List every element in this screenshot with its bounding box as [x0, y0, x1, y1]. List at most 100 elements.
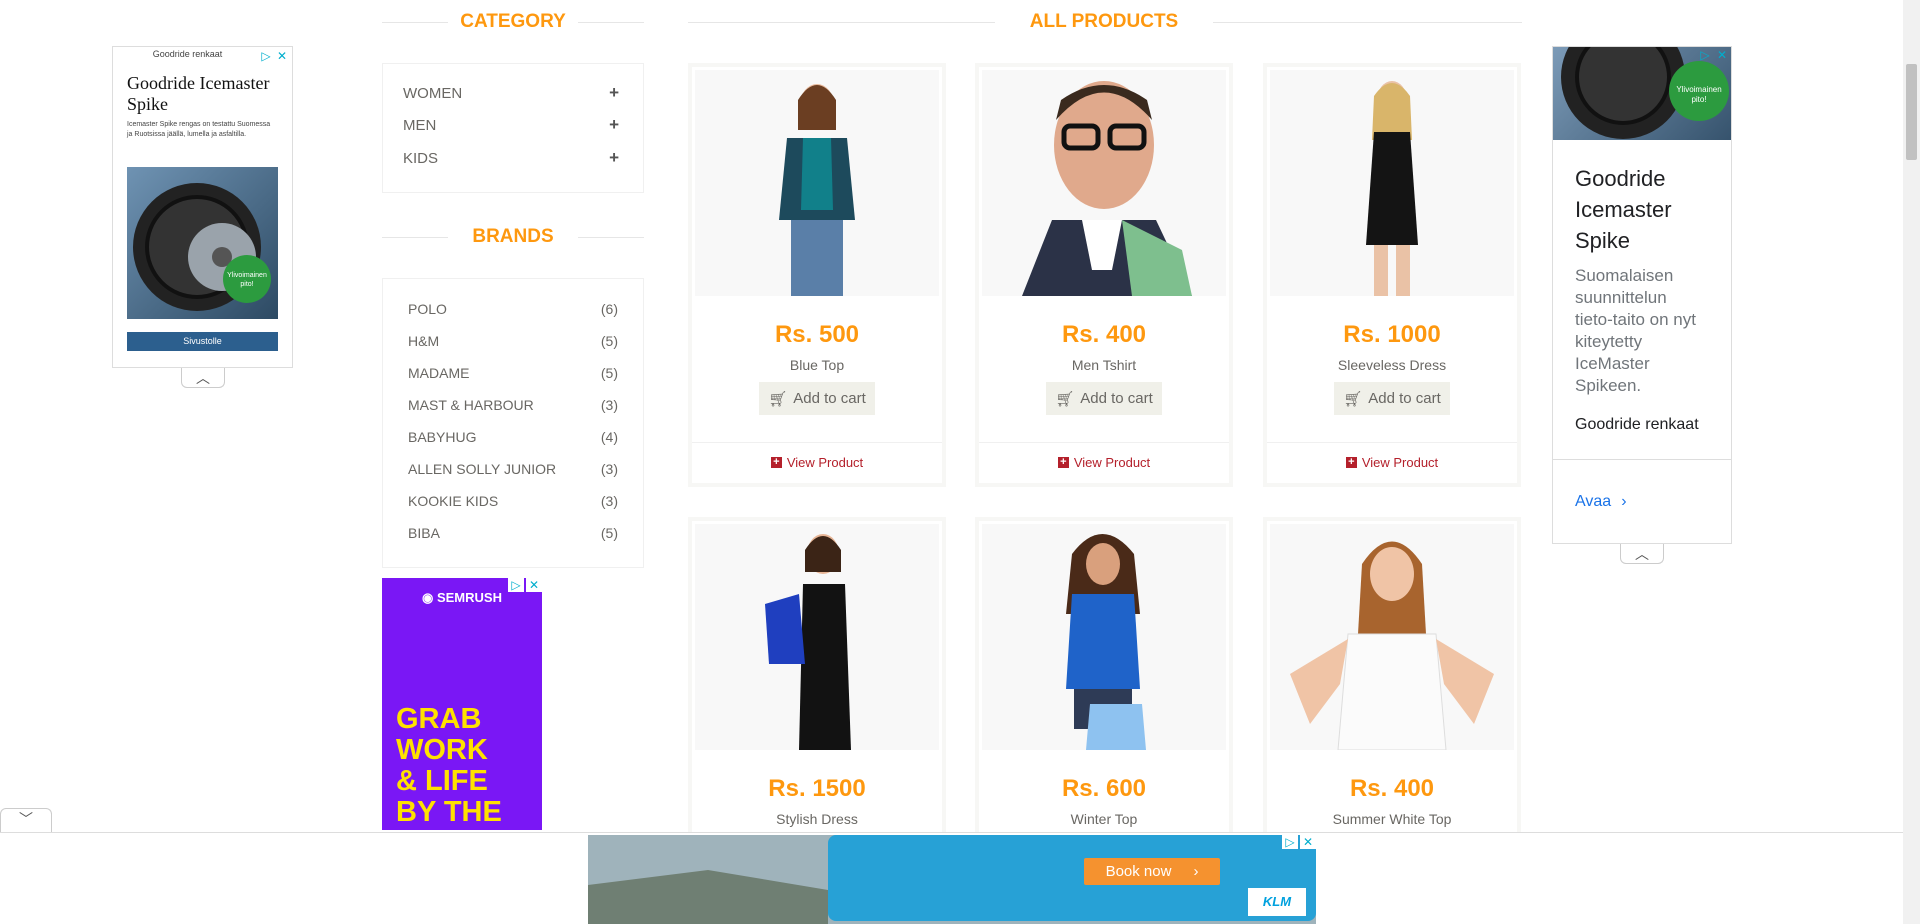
product-image-men-tshirt[interactable] [982, 70, 1226, 296]
adchoices-icon[interactable]: ▷ [508, 578, 524, 592]
category-label: MEN [403, 116, 437, 134]
category-item-kids[interactable]: KIDS + [403, 145, 619, 171]
brand-count: (4) [600, 429, 618, 445]
brand-item-allen-solly-junior[interactable]: ALLEN SOLLY JUNIOR (3) [408, 456, 618, 482]
plus-icon[interactable]: + [609, 83, 619, 103]
book-now-button[interactable]: Book now › [1084, 858, 1220, 885]
brand-item-kookie-kids[interactable]: KOOKIE KIDS (3) [408, 488, 618, 514]
ad-sponsor: Goodride renkaat [1575, 416, 1699, 433]
plus-icon[interactable]: + [609, 115, 619, 135]
ad-cta-button[interactable]: Sivustolle [127, 332, 278, 351]
plus-icon[interactable]: + [609, 148, 619, 168]
brand-name: H&M [408, 333, 440, 349]
page: Goodride renkaat ▷ ✕ Goodride Icemaster … [0, 0, 1920, 924]
product-card: Rs. 400 Summer White Top [1263, 517, 1521, 832]
vertical-scrollbar[interactable] [1903, 0, 1920, 924]
product-card: Rs. 1000 Sleeveless Dress 🛒︎ Add to cart … [1263, 63, 1521, 487]
add-to-cart-button[interactable]: 🛒︎ Add to cart [1046, 382, 1162, 415]
close-icon[interactable]: ✕ [274, 49, 290, 63]
brand-count: (5) [600, 333, 618, 349]
brand-item-mast-harbour[interactable]: MAST & HARBOUR (3) [408, 392, 618, 418]
ad-right-goodride[interactable]: Ylivoimainen pito! ▷ ✕ Goodride Icemaste… [1552, 46, 1732, 544]
product-price: Rs. 1000 [1343, 321, 1441, 348]
brand-item-polo[interactable]: POLO (6) [408, 296, 618, 322]
ad-open-link[interactable]: Avaa › [1575, 493, 1627, 511]
ad-title: Goodride Icemaster Spike [127, 73, 270, 114]
klm-logo: KLM [1248, 888, 1306, 916]
chevron-down-icon: ﹀ [19, 811, 33, 827]
category-panel: WOMEN + MEN + KIDS + [382, 63, 644, 193]
adchoices-icon[interactable]: ▷ [1697, 48, 1713, 62]
heading-line [382, 22, 448, 23]
product-price: Rs. 500 [774, 321, 860, 348]
brand-count: (6) [600, 301, 618, 317]
brand-item-madame[interactable]: MADAME (5) [408, 360, 618, 386]
product-image-stylish-dress[interactable] [695, 524, 939, 750]
product-name: Winter Top [1070, 811, 1138, 827]
ad-body: Icemaster Spike rengas on testattu Suome… [127, 121, 271, 138]
collapse-ad-button[interactable]: ︿ [1620, 544, 1664, 564]
ad-badge: Ylivoimainen pito! [1676, 85, 1722, 104]
collapse-ad-button[interactable]: ︿ [181, 368, 225, 388]
close-icon[interactable]: ✕ [1714, 48, 1730, 62]
product-card: Rs. 600 Winter Top [975, 517, 1233, 832]
product-price: Rs. 1500 [768, 775, 866, 802]
brand-count: (5) [600, 365, 618, 381]
product-name: Blue Top [789, 357, 845, 373]
semrush-flame-icon: ◉ [422, 590, 434, 605]
brand-count: (3) [600, 461, 618, 477]
brands-panel: POLO (6) H&M (5) MADAME (5) MAST & HARBOUR (… [382, 278, 644, 568]
brand-name: MADAME [408, 365, 470, 381]
ad-divider [1553, 459, 1731, 460]
product-image-sleeveless-dress[interactable] [1270, 70, 1514, 296]
ad-semrush[interactable]: ◉ SEMRUSH ▷ ✕ GRAB WORK & LIFE BY THE [382, 578, 542, 830]
product-name: Men Tshirt [1071, 357, 1137, 373]
category-label: WOMEN [403, 84, 463, 102]
plus-square-icon: + [1057, 457, 1069, 468]
shopping-cart-icon: 🛒︎ [1055, 390, 1075, 408]
brand-name: ALLEN SOLLY JUNIOR [408, 461, 557, 477]
plus-square-icon: + [1345, 457, 1357, 468]
chevron-right-icon: › [1193, 863, 1199, 880]
product-price: Rs. 400 [1349, 775, 1435, 802]
product-image-winter-top[interactable] [982, 524, 1226, 750]
chevron-up-icon: ︿ [196, 370, 210, 386]
category-item-men[interactable]: MEN + [403, 112, 619, 138]
ad-left-goodride[interactable]: Goodride renkaat ▷ ✕ Goodride Icemaster … [112, 46, 293, 368]
product-price: Rs. 400 [1061, 321, 1147, 348]
product-name: Sleeveless Dress [1337, 357, 1447, 373]
heading-line [578, 22, 644, 23]
product-card: Rs. 1500 Stylish Dress [688, 517, 946, 832]
add-to-cart-button[interactable]: 🛒︎ Add to cart [1334, 382, 1450, 415]
ad-bottom-klm[interactable]: ▷ ✕ Book now › KLM [588, 835, 1316, 924]
close-icon[interactable]: ✕ [1300, 835, 1316, 849]
adchoices-icon[interactable]: ▷ [1282, 835, 1298, 849]
brand-item-biba[interactable]: BIBA (5) [408, 520, 618, 546]
product-image-summer-white-top[interactable] [1270, 524, 1514, 750]
brand-count: (5) [600, 525, 618, 541]
brand-name: BABYHUG [408, 429, 477, 445]
product-card: Rs. 400 Men Tshirt 🛒︎ Add to cart + View P… [975, 63, 1233, 487]
ad-body: Suomalaisen suunnittelun tieto-taito on … [1575, 266, 1696, 395]
close-icon[interactable]: ✕ [526, 578, 542, 592]
category-item-women[interactable]: WOMEN + [403, 80, 619, 106]
product-card: Rs. 500 Blue Top 🛒︎ Add to cart + View Pro… [688, 63, 946, 487]
view-product-link[interactable]: + View Product [692, 455, 942, 470]
expand-anchor-button[interactable]: ﹀ [0, 808, 52, 832]
add-to-cart-button[interactable]: 🛒︎ Add to cart [759, 382, 875, 415]
adchoices-icon[interactable]: ▷ [258, 49, 274, 63]
view-product-link[interactable]: + View Product [979, 455, 1229, 470]
product-image-blue-top[interactable] [695, 70, 939, 296]
ad-badge: Ylivoimainen pito! [227, 272, 267, 288]
brand-name: MAST & HARBOUR [408, 397, 534, 413]
view-product-link[interactable]: + View Product [1267, 455, 1517, 470]
plus-square-icon: + [770, 457, 782, 468]
scrollbar-thumb[interactable] [1906, 64, 1917, 160]
ad-title: Goodride Icemaster Spike [1575, 166, 1672, 253]
heading-line [1213, 22, 1522, 23]
heading-line [578, 237, 644, 238]
shopping-cart-icon: 🛒︎ [1343, 390, 1363, 408]
chevron-up-icon: ︿ [1635, 546, 1649, 562]
brand-item-hm[interactable]: H&M (5) [408, 328, 618, 354]
brand-item-babyhug[interactable]: BABYHUG (4) [408, 424, 618, 450]
